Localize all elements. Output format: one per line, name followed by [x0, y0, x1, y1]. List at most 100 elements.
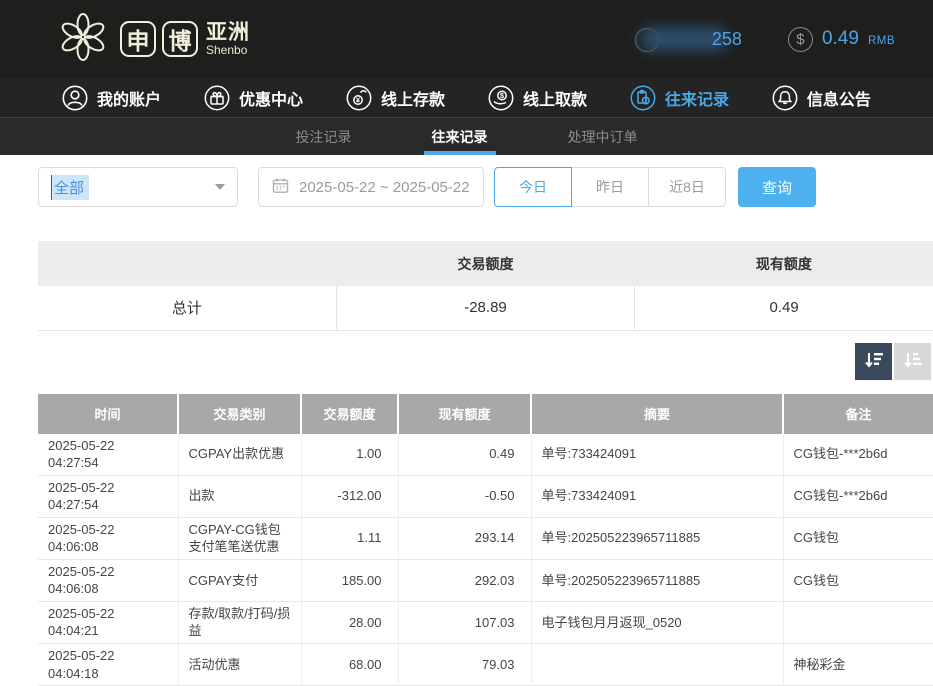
nav-item-label: 往来记录 [665, 86, 729, 110]
summary-col-empty [38, 241, 336, 286]
col-remark: 备注 [783, 394, 933, 434]
summary-total-row: 总计 -28.89 0.49 [38, 286, 933, 330]
cell-balance: 79.03 [398, 643, 531, 685]
logo-char-shen: 申 [120, 21, 156, 57]
table-row: 2025-05-22 04:27:54 CGPAY出款优惠 1.00 0.49 … [38, 434, 933, 476]
nav-item-my-account[interactable]: 我的账户 [62, 85, 161, 111]
balance-currency: RMB [868, 31, 895, 47]
records-clipboard-icon [630, 85, 656, 111]
nav-item-label: 线上取款 [523, 86, 587, 110]
sort-descending-button[interactable] [855, 343, 892, 380]
table-row: 2025-05-22 04:27:54 出款 -312.00 -0.50 单号:… [38, 475, 933, 517]
yesterday-button[interactable]: 昨日 [571, 167, 649, 207]
tab-transaction-records[interactable]: 往来记录 [428, 118, 492, 155]
quick-range-group: 今日 昨日 近8日 [494, 167, 726, 207]
table-header-row: 时间 交易类别 交易额度 现有额度 摘要 备注 [38, 394, 933, 434]
balance-amount: 0.49 [822, 28, 859, 50]
cell-amount: 28.00 [301, 601, 398, 643]
cell-amount: -312.00 [301, 475, 398, 517]
flower-logo-icon [56, 10, 110, 69]
cell-amount: 1.11 [301, 517, 398, 559]
summary-header-row: 交易额度 现有额度 [38, 241, 933, 286]
cell-summary: 单号:733424091 [531, 475, 783, 517]
chevron-down-icon [215, 184, 225, 190]
cell-amount: 68.00 [301, 643, 398, 685]
site-logo[interactable]: 申 博 亚洲 Shenbo [56, 10, 250, 69]
sort-ascending-icon [902, 349, 924, 374]
cell-time: 2025-05-22 04:27:54 [38, 434, 178, 476]
cell-type: CGPAY出款优惠 [178, 434, 301, 476]
last-8-days-button[interactable]: 近8日 [648, 167, 726, 207]
top-header: 申 博 亚洲 Shenbo 258 $ 0.49 RMB [0, 0, 933, 78]
gift-icon [204, 85, 230, 111]
col-transaction-amount: 交易额度 [301, 394, 398, 434]
cell-balance: 0.49 [398, 434, 531, 476]
summary-table: 交易额度 现有额度 总计 -28.89 0.49 [38, 241, 933, 331]
cell-balance: 292.03 [398, 559, 531, 601]
col-time: 时间 [38, 394, 178, 434]
cell-summary: 单号:202505223965711885 [531, 517, 783, 559]
dollar-icon: $ [788, 27, 813, 52]
cell-remark: CG钱包-***2b6d [783, 434, 933, 476]
cell-time: 2025-05-22 04:06:08 [38, 559, 178, 601]
query-button[interactable]: 查询 [738, 167, 816, 207]
summary-total-transaction-amount: -28.89 [336, 286, 634, 330]
cell-remark [783, 601, 933, 643]
cell-balance: 107.03 [398, 601, 531, 643]
summary-col-current-balance: 现有额度 [635, 241, 933, 286]
nav-item-transaction-records[interactable]: 往来记录 [630, 85, 729, 111]
withdraw-coin-icon: $ [488, 85, 514, 111]
cell-remark: CG钱包 [783, 559, 933, 601]
summary-total-current-balance: 0.49 [635, 286, 933, 330]
col-summary: 摘要 [531, 394, 783, 434]
col-transaction-type: 交易类别 [178, 394, 301, 434]
cell-remark: CG钱包-***2b6d [783, 475, 933, 517]
cell-remark: 神秘彩金 [783, 643, 933, 685]
calendar-icon [272, 177, 289, 198]
deposit-coin-icon: ¥ [346, 85, 372, 111]
cell-balance: -0.50 [398, 475, 531, 517]
cell-time: 2025-05-22 04:06:08 [38, 517, 178, 559]
col-current-balance: 现有额度 [398, 394, 531, 434]
nav-item-label: 信息公告 [807, 86, 871, 110]
today-button[interactable]: 今日 [494, 167, 572, 207]
bell-icon [772, 85, 798, 111]
cell-summary: 电子钱包月月返现_0520 [531, 601, 783, 643]
tab-betting-records[interactable]: 投注记录 [292, 118, 356, 155]
filter-bar: 全部 2025-05-22 ~ 2025-05-22 今日 昨日 近8日 查询 [38, 167, 933, 207]
nav-item-label: 我的账户 [97, 86, 161, 110]
cell-type: 存款/取款/打码/损益 [178, 601, 301, 643]
cell-summary: 单号:202505223965711885 [531, 559, 783, 601]
cell-summary: 单号:733424091 [531, 434, 783, 476]
account-chip[interactable]: 258 [640, 27, 742, 51]
table-row: 2025-05-22 04:04:18 活动优惠 68.00 79.03 神秘彩… [38, 643, 933, 685]
nav-item-deposit[interactable]: ¥ 线上存款 [346, 85, 445, 111]
logo-char-bo: 博 [162, 21, 198, 57]
summary-total-label: 总计 [38, 286, 336, 330]
cell-summary [531, 643, 783, 685]
cell-amount: 1.00 [301, 434, 398, 476]
cell-type: 出款 [178, 475, 301, 517]
cell-time: 2025-05-22 04:04:18 [38, 643, 178, 685]
table-row: 2025-05-22 04:06:08 CGPAY-CG钱包支付笔笔送优惠 1.… [38, 517, 933, 559]
cell-type: 活动优惠 [178, 643, 301, 685]
nav-item-withdraw[interactable]: $ 线上取款 [488, 85, 587, 111]
account-number-suffix: 258 [712, 29, 742, 50]
cell-type: CGPAY支付 [178, 559, 301, 601]
person-icon [62, 85, 88, 111]
cell-time: 2025-05-22 04:27:54 [38, 475, 178, 517]
transaction-type-select[interactable]: 全部 [38, 167, 238, 207]
cell-time: 2025-05-22 04:04:21 [38, 601, 178, 643]
sort-descending-icon [863, 349, 885, 374]
balance-display[interactable]: $ 0.49 RMB [788, 27, 895, 52]
nav-item-promotions[interactable]: 优惠中心 [204, 85, 303, 111]
date-range-picker[interactable]: 2025-05-22 ~ 2025-05-22 [258, 167, 484, 207]
cell-remark: CG钱包 [783, 517, 933, 559]
sort-ascending-button[interactable] [894, 343, 931, 380]
transactions-table: 时间 交易类别 交易额度 现有额度 摘要 备注 2025-05-22 04:27… [38, 394, 933, 686]
table-row: 2025-05-22 04:06:08 CGPAY支付 185.00 292.0… [38, 559, 933, 601]
main-nav: 我的账户 优惠中心 ¥ 线上存款 $ [0, 78, 933, 117]
tab-processing-orders[interactable]: 处理中订单 [564, 118, 642, 155]
nav-item-announcements[interactable]: 信息公告 [772, 85, 871, 111]
cell-balance: 293.14 [398, 517, 531, 559]
